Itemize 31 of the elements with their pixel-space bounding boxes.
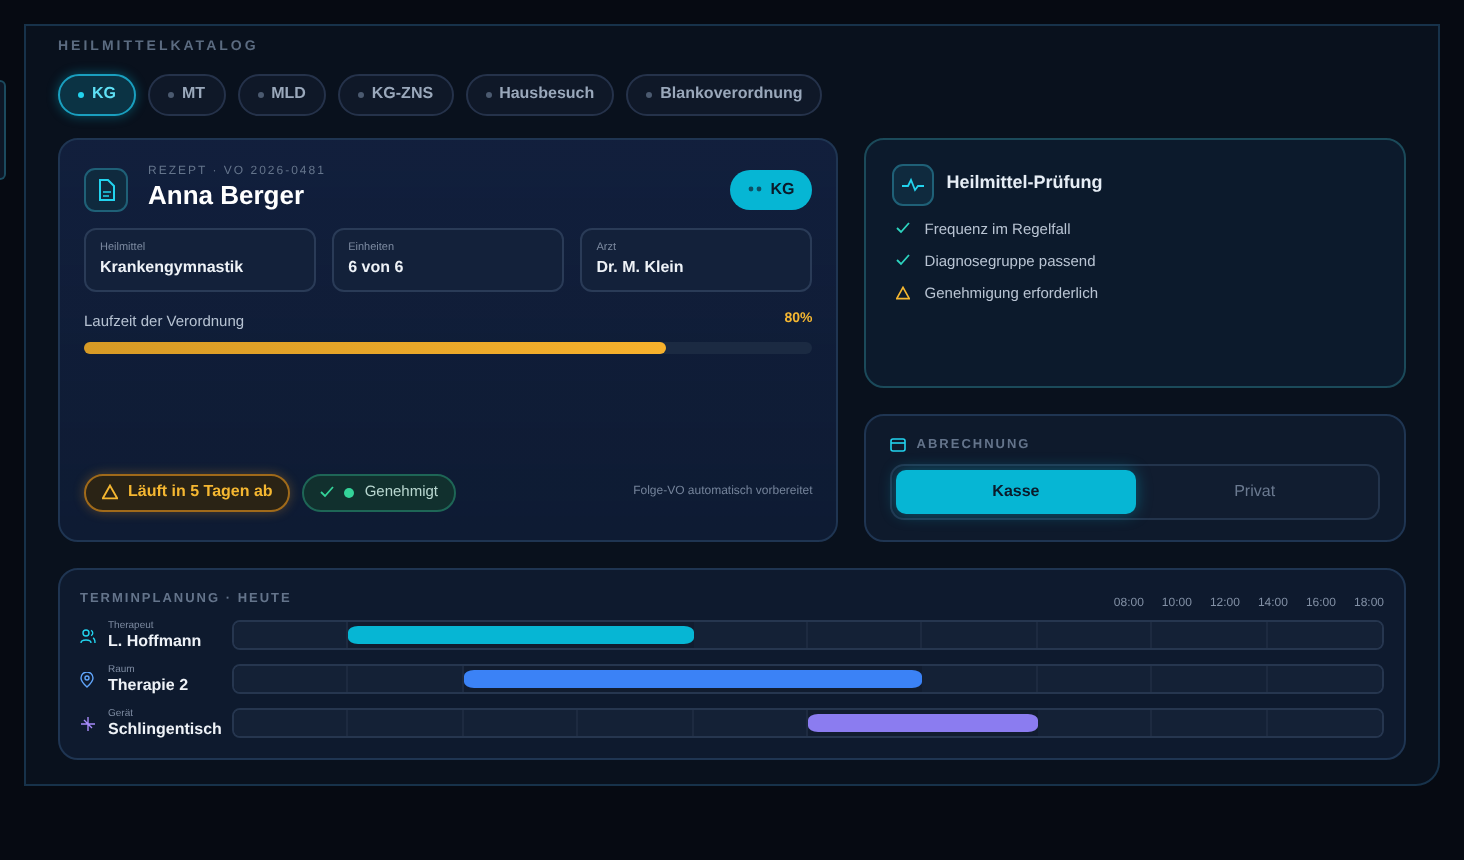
- field-value: 6 von 6: [348, 255, 406, 277]
- filter-chip[interactable]: KG-ZNS: [337, 73, 454, 115]
- field-value: Krankengymnastik: [100, 255, 246, 277]
- sparkle-icon: [80, 715, 96, 731]
- check-icon: [896, 222, 911, 235]
- resource-name: L. Hoffmann: [108, 632, 204, 650]
- filter-chip[interactable]: Hausbesuch: [465, 73, 615, 115]
- resource-name: Schlingentisch: [108, 720, 224, 738]
- filter-chip[interactable]: MLD: [237, 73, 326, 115]
- check-icon: [320, 486, 335, 498]
- check-title: Heilmittel-Prüfung: [946, 170, 1103, 197]
- billing-option[interactable]: Kasse: [896, 470, 1136, 515]
- warning-icon: [896, 286, 911, 301]
- people-icon: [80, 627, 96, 643]
- pulse-icon: [892, 163, 935, 205]
- check-icon: [896, 254, 911, 267]
- filter-chip[interactable]: KG: [58, 73, 136, 115]
- field-value: Dr. M. Klein: [596, 255, 686, 277]
- location-pin-icon: [80, 671, 94, 687]
- card-icon: [890, 437, 907, 452]
- dots-icon: [748, 186, 763, 192]
- document-icon: [84, 167, 128, 211]
- billing-option[interactable]: Privat: [1135, 470, 1374, 515]
- warning-icon: [102, 484, 118, 500]
- resource-name: Therapie 2: [108, 676, 191, 694]
- patient-name: Anna Berger: [148, 179, 307, 209]
- badge-label: KG: [770, 177, 795, 201]
- filter-chip[interactable]: Blankoverordnung: [626, 73, 823, 115]
- sidebar-card-edge: [0, 80, 6, 180]
- filter-chip[interactable]: MT: [148, 73, 226, 115]
- expiry-warning-badge: Läuft in 5 Tagen ab: [84, 473, 291, 511]
